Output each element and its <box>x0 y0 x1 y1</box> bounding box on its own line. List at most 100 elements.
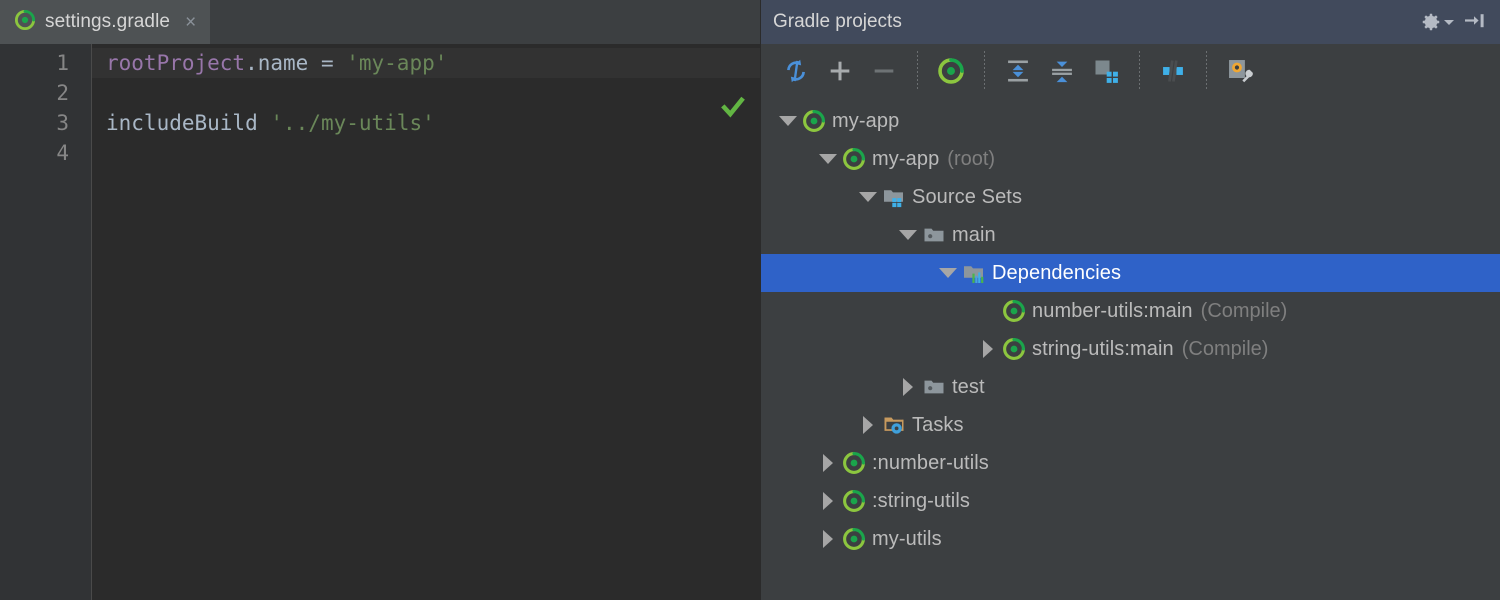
tree-row-number-utils[interactable]: :number-utils <box>761 444 1500 482</box>
close-icon[interactable]: × <box>185 13 196 32</box>
expand-all-icon <box>1008 60 1028 82</box>
chevron-right-icon[interactable] <box>855 416 881 434</box>
gradle-icon <box>801 109 827 133</box>
dependencies-icon <box>964 266 984 283</box>
tree-row-sublabel: (Compile) <box>1200 299 1288 322</box>
line-number: 2 <box>56 81 69 105</box>
chevron-right-icon[interactable] <box>815 454 841 472</box>
gradle-icon <box>14 9 36 36</box>
chevron-right-icon[interactable] <box>895 378 921 396</box>
editor-tab-label: settings.gradle <box>45 11 171 32</box>
gradle-icon <box>1003 338 1025 360</box>
twisty-glyph <box>903 378 913 396</box>
folder-icon <box>924 228 944 242</box>
chevron-right-icon[interactable] <box>815 530 841 548</box>
tree-row-dependencies[interactable]: Dependencies <box>761 254 1500 292</box>
tree-row-my-utils[interactable]: my-utils <box>761 520 1500 558</box>
chevron-down-icon[interactable] <box>815 154 841 164</box>
toggle-offline-mode-button[interactable] <box>1152 50 1194 92</box>
gradle-settings-wrench-icon <box>1229 60 1253 83</box>
code-editor-area[interactable]: rootProject.name = 'my-app' includeBuild… <box>92 44 760 600</box>
line-number: 1 <box>56 51 69 75</box>
chevron-right-icon[interactable] <box>815 492 841 510</box>
tree-row-number-utils-main[interactable]: number-utils:main (Compile) <box>761 292 1500 330</box>
execute-gradle-task-button[interactable] <box>930 50 972 92</box>
folder-icon <box>921 223 947 247</box>
tree-row-label: test <box>952 375 985 398</box>
offline-mode-icon <box>1163 60 1183 82</box>
twisty-glyph <box>779 116 797 126</box>
expand-all-button[interactable] <box>997 50 1039 92</box>
gradle-settings-button[interactable] <box>1219 50 1261 92</box>
reload-all-gradle-projects-button[interactable] <box>775 50 817 92</box>
gradle-icon <box>843 490 865 512</box>
tree-row-tasks[interactable]: Tasks <box>761 406 1500 444</box>
gradle-project-tree[interactable]: my-app my-app (root) Source Sets main Depende… <box>761 98 1500 600</box>
gradle-icon <box>843 452 865 474</box>
gradle-icon <box>1001 299 1027 323</box>
tree-row-sublabel: (root) <box>947 147 996 170</box>
code-line: includeBuild '../my-utils' <box>92 108 760 138</box>
tree-row-my-app[interactable]: my-app <box>761 102 1500 140</box>
line-number: 4 <box>56 141 69 165</box>
gradle-icon <box>841 489 867 513</box>
gradle-icon <box>843 148 865 170</box>
gradle-icon <box>841 527 867 551</box>
group-modules-icon <box>1095 60 1118 83</box>
gradle-icon <box>803 110 825 132</box>
chevron-down-icon[interactable] <box>935 268 961 278</box>
toolbar-divider <box>1139 51 1140 91</box>
green-checkmark-icon[interactable] <box>720 94 746 120</box>
tree-row-label: my-app <box>872 147 940 170</box>
tree-row-label: Dependencies <box>992 261 1122 284</box>
tasks-icon <box>881 413 907 437</box>
gradle-icon <box>938 58 964 84</box>
gradle-panel-toolbar <box>761 44 1500 98</box>
tree-row-label: string-utils:main <box>1032 337 1174 360</box>
tree-row-string-utils[interactable]: :string-utils <box>761 482 1500 520</box>
code-token: includeBuild <box>106 111 271 135</box>
code-token: '../my-utils' <box>270 111 435 135</box>
tree-row-string-utils-main[interactable]: string-utils:main (Compile) <box>761 330 1500 368</box>
tree-row-source-sets[interactable]: Source Sets <box>761 178 1500 216</box>
minus-icon <box>874 69 894 73</box>
gradle-icon <box>843 528 865 550</box>
chevron-down-icon[interactable] <box>775 116 801 126</box>
code-token: .name <box>245 51 321 75</box>
editor-tab-settings-gradle[interactable]: settings.gradle × <box>0 0 211 44</box>
twisty-glyph <box>859 192 877 202</box>
twisty-glyph <box>899 230 917 240</box>
editor-gutter[interactable]: 1 2 3 4 <box>0 44 92 600</box>
gradle-icon <box>841 451 867 475</box>
twisty-glyph <box>823 454 833 472</box>
chevron-down-icon[interactable] <box>855 192 881 202</box>
folder-icon <box>924 380 944 394</box>
editor-tabbar: settings.gradle × <box>0 0 760 44</box>
code-token: rootProject <box>106 51 246 75</box>
gradle-projects-panel: Gradle projects my-app my-app (root) Sou… <box>760 0 1500 600</box>
group-modules-button[interactable] <box>1085 50 1127 92</box>
dependencies-icon <box>961 261 987 285</box>
settings-gear-button[interactable] <box>1416 7 1458 37</box>
code-line: rootProject.name = 'my-app' <box>92 48 760 78</box>
tree-row-test[interactable]: test <box>761 368 1500 406</box>
code-token: 'my-app' <box>346 51 448 75</box>
chevron-down-icon[interactable] <box>895 230 921 240</box>
link-gradle-project-button[interactable] <box>819 50 861 92</box>
tree-row-main[interactable]: main <box>761 216 1500 254</box>
twisty-glyph <box>983 340 993 358</box>
collapse-all-button[interactable] <box>1041 50 1083 92</box>
tree-row-label: Source Sets <box>912 185 1023 208</box>
tree-row-my-app[interactable]: my-app (root) <box>761 140 1500 178</box>
refresh-icon <box>787 59 805 83</box>
twisty-glyph <box>863 416 873 434</box>
tree-row-label: :number-utils <box>872 451 989 474</box>
chevron-right-icon[interactable] <box>975 340 1001 358</box>
tree-row-label: main <box>952 223 996 246</box>
hide-panel-button[interactable] <box>1458 7 1490 37</box>
editor-tabbar-empty <box>210 0 760 44</box>
collapse-all-icon <box>1052 61 1072 83</box>
unlink-gradle-project-button[interactable] <box>863 50 905 92</box>
source-sets-icon <box>884 190 903 208</box>
